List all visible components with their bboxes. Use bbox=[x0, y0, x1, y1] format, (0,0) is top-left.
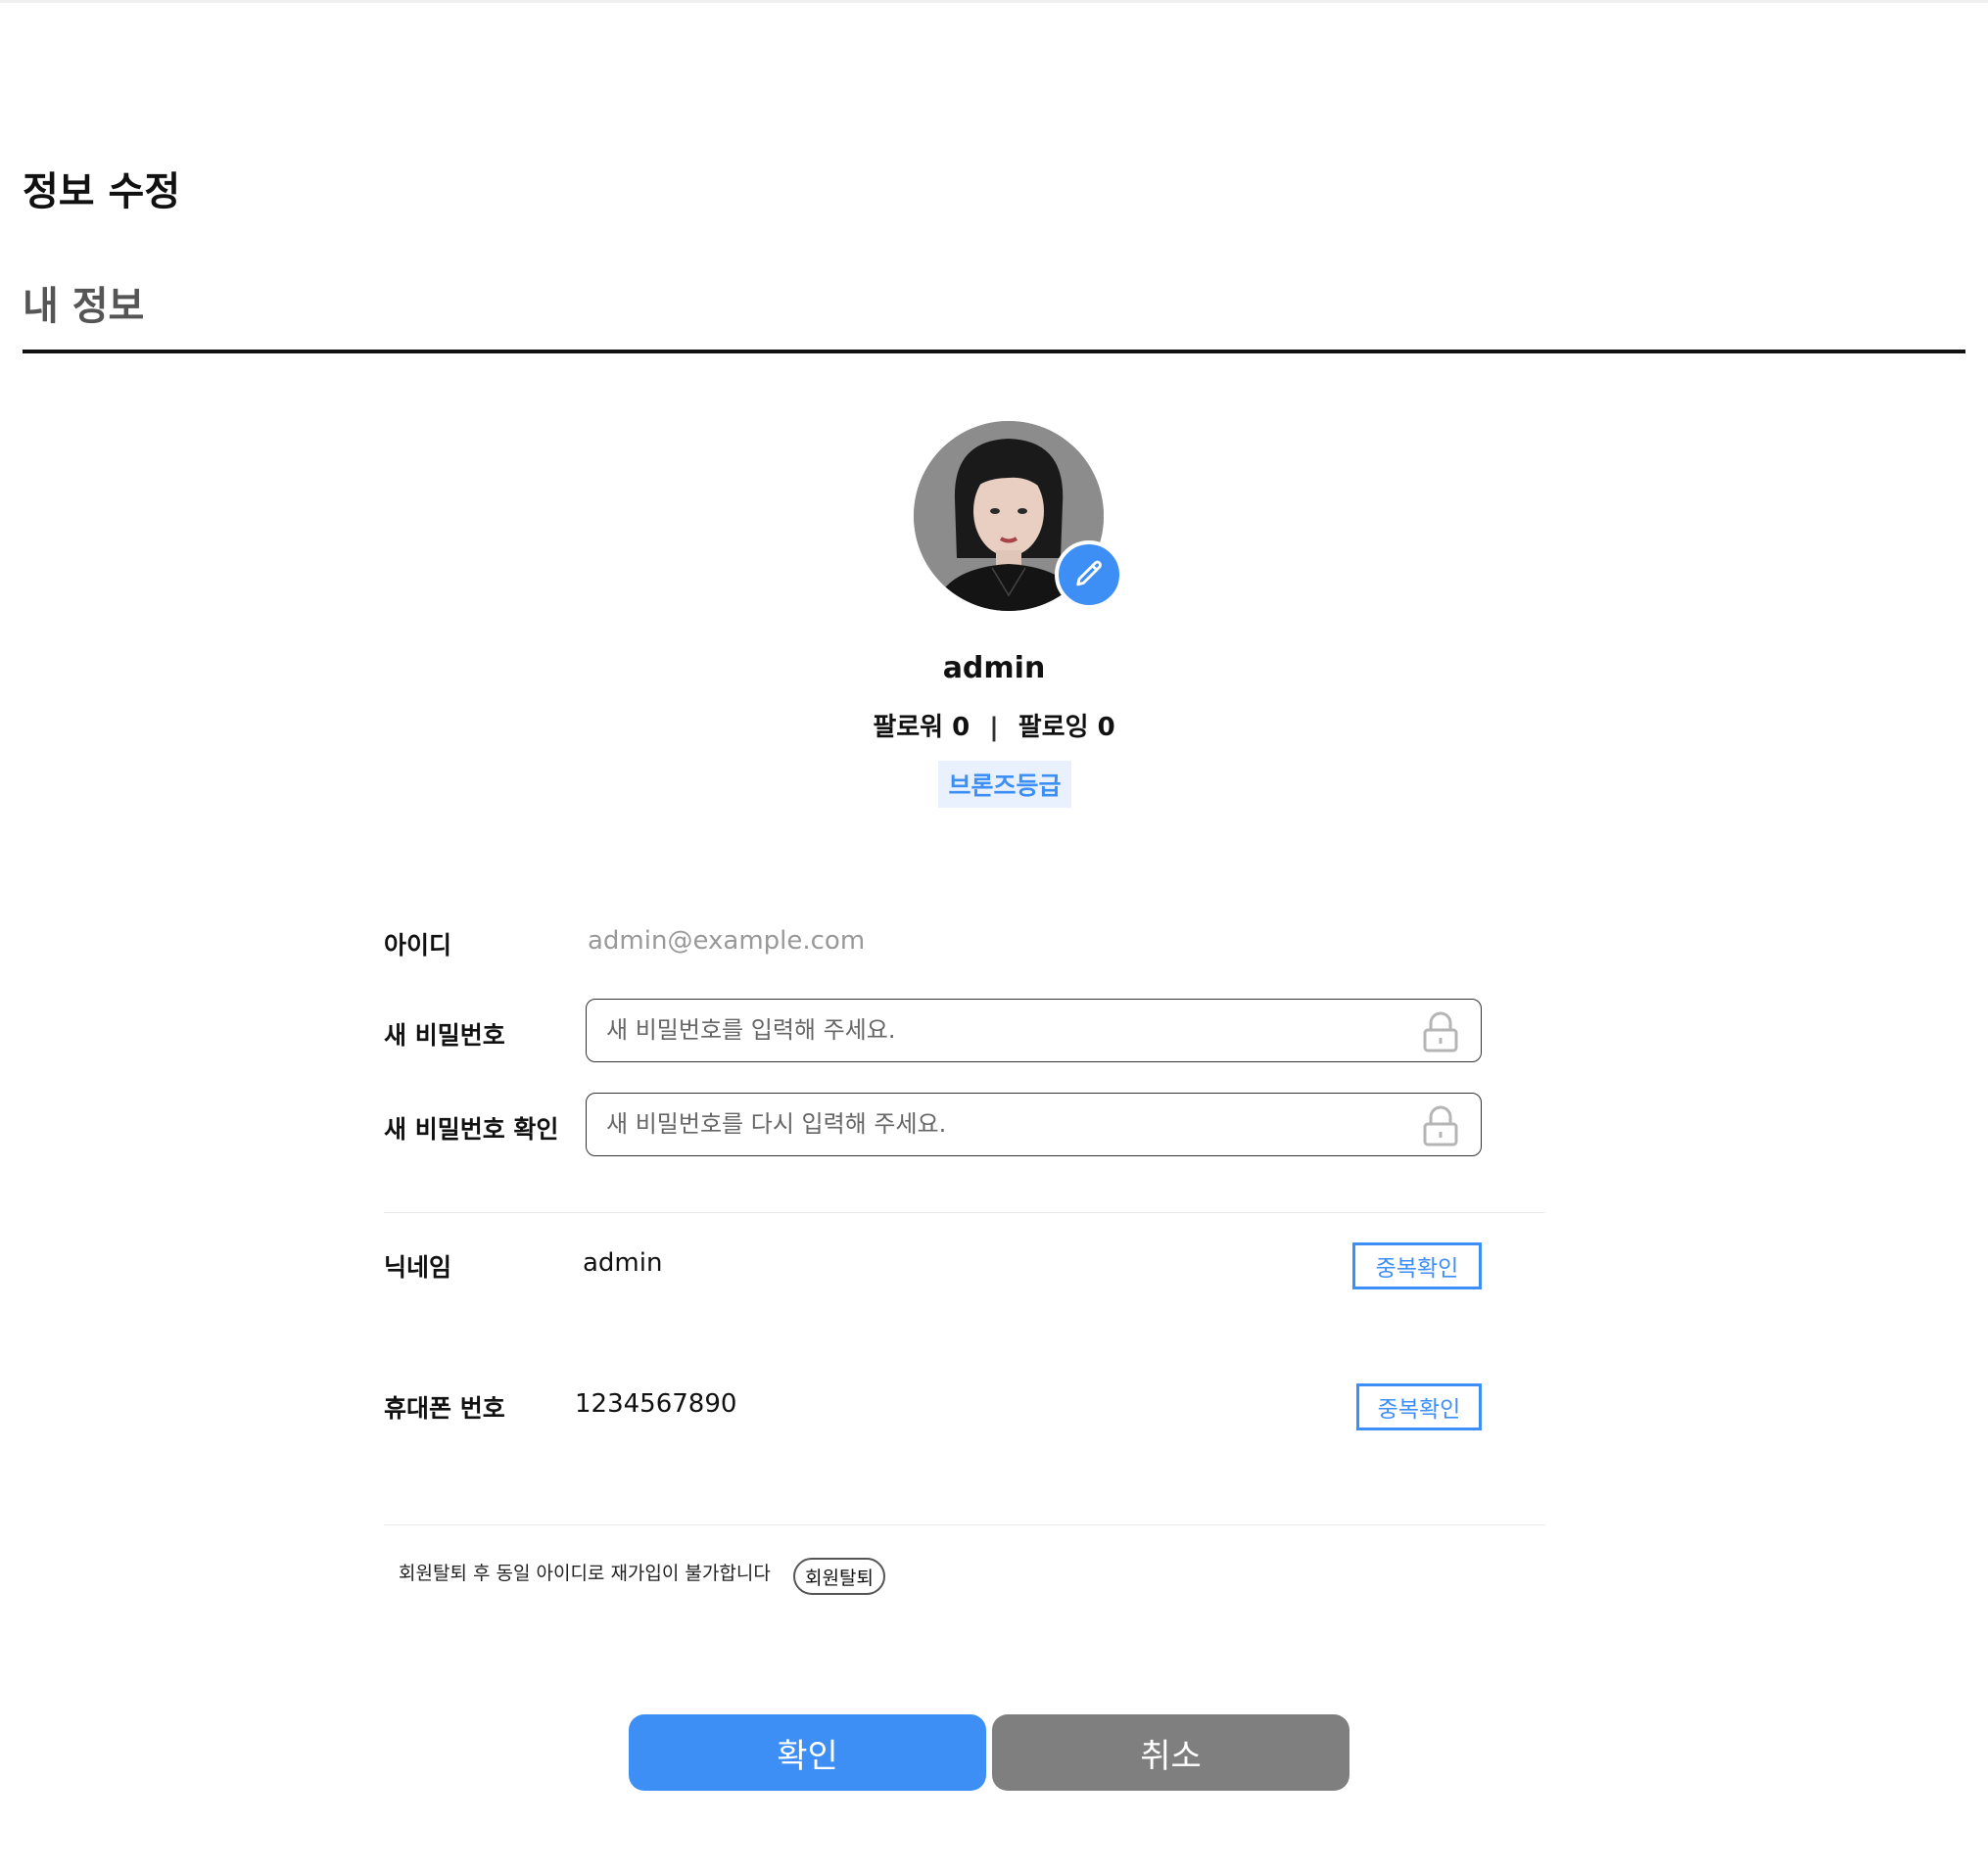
followers-count: 0 bbox=[952, 713, 970, 742]
grade-badge: 브론즈등급 bbox=[938, 761, 1071, 808]
new-password-field bbox=[586, 999, 1482, 1062]
phone-value: 1234567890 bbox=[575, 1389, 737, 1419]
lock-icon bbox=[1423, 1105, 1458, 1147]
profile-avatar-container bbox=[914, 421, 1123, 611]
followers-label: 팔로워 bbox=[873, 713, 944, 742]
followers-stat[interactable]: 팔로워 0 bbox=[873, 713, 970, 742]
nickname-label: 닉네임 bbox=[384, 1253, 452, 1282]
id-label: 아이디 bbox=[384, 931, 452, 959]
form-divider bbox=[384, 1212, 1545, 1213]
following-stat[interactable]: 팔로잉 0 bbox=[1018, 713, 1115, 742]
edit-avatar-button[interactable] bbox=[1055, 540, 1123, 609]
stats-separator: | bbox=[989, 713, 999, 742]
nickname-value: admin bbox=[583, 1248, 663, 1278]
phone-duplicate-check-button[interactable]: 중복확인 bbox=[1356, 1383, 1482, 1430]
confirm-password-label: 새 비밀번호 확인 bbox=[384, 1115, 559, 1144]
confirm-password-input[interactable] bbox=[606, 1094, 1409, 1154]
withdraw-divider bbox=[384, 1524, 1545, 1525]
following-label: 팔로잉 bbox=[1018, 713, 1089, 742]
withdraw-button[interactable]: 회원탈퇴 bbox=[793, 1558, 885, 1595]
following-count: 0 bbox=[1097, 713, 1115, 742]
section-divider bbox=[23, 350, 1965, 353]
lock-icon bbox=[1423, 1011, 1458, 1053]
pencil-icon bbox=[1076, 560, 1102, 586]
new-password-label: 새 비밀번호 bbox=[384, 1021, 505, 1050]
nickname-duplicate-check-button[interactable]: 중복확인 bbox=[1352, 1242, 1482, 1289]
follow-stats: 팔로워 0 | 팔로잉 0 bbox=[0, 707, 1988, 743]
confirm-password-field bbox=[586, 1093, 1482, 1156]
id-value: admin@example.com bbox=[588, 926, 866, 956]
top-border bbox=[0, 0, 1988, 3]
phone-label: 휴대폰 번호 bbox=[384, 1394, 505, 1423]
withdraw-note: 회원탈퇴 후 동일 아이디로 재가입이 불가합니다 bbox=[399, 1563, 771, 1584]
section-title: 내 정보 bbox=[23, 284, 145, 329]
new-password-input[interactable] bbox=[606, 1000, 1409, 1060]
cancel-button[interactable]: 취소 bbox=[992, 1714, 1349, 1791]
profile-username: admin bbox=[942, 651, 1046, 685]
page-title: 정보 수정 bbox=[23, 169, 181, 214]
confirm-button[interactable]: 확인 bbox=[629, 1714, 986, 1791]
